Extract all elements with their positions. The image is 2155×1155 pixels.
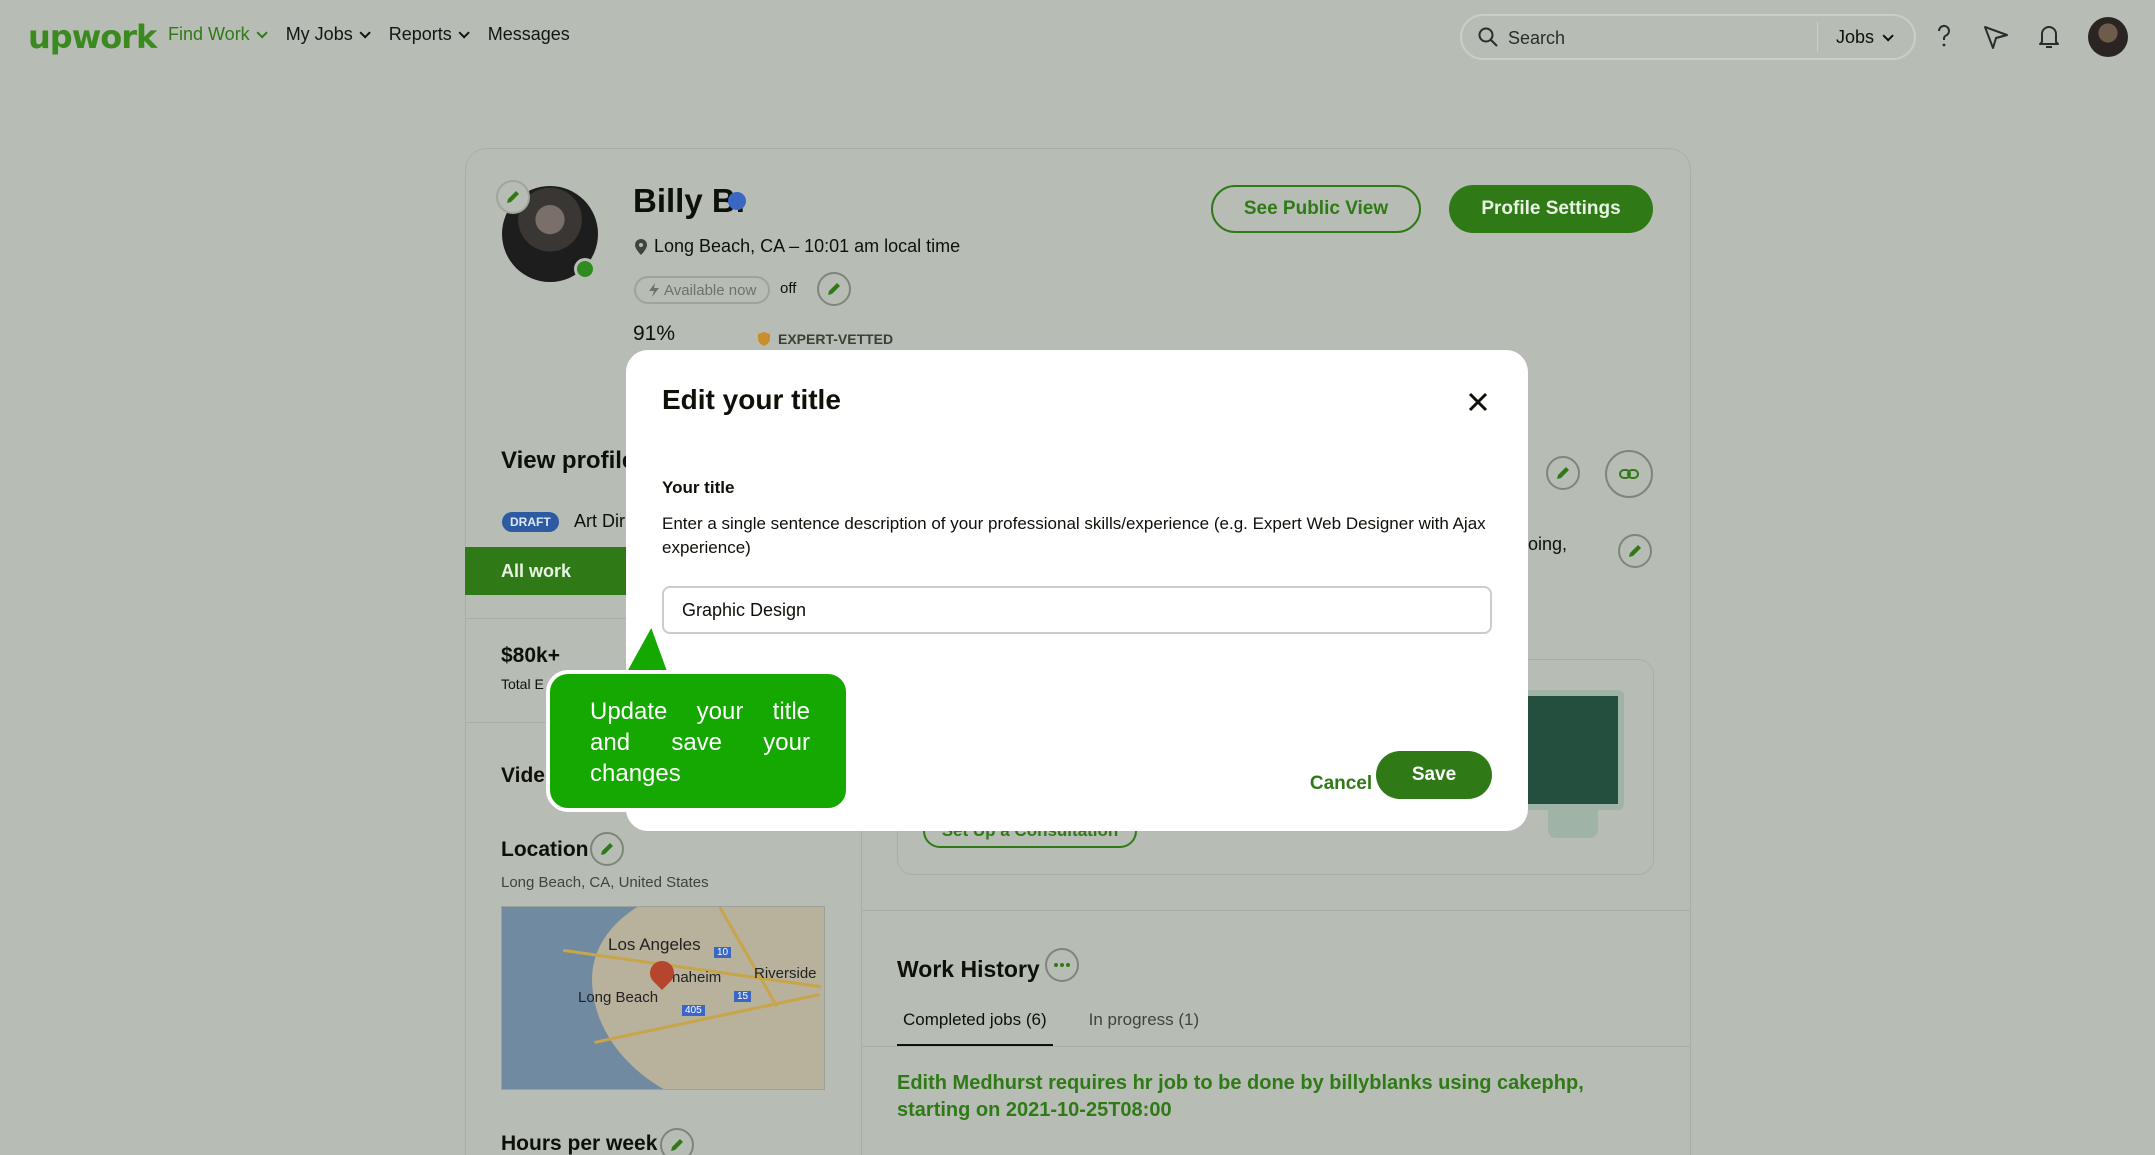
search-scope-label: Jobs <box>1836 27 1875 47</box>
chevron-down-icon <box>1882 29 1894 42</box>
map-label-anaheim: naheim <box>672 969 722 986</box>
upwork-logo[interactable]: upwork <box>28 18 157 56</box>
map-label-los-angeles: Los Angeles <box>608 935 701 954</box>
edit-hours-button[interactable] <box>660 1128 694 1155</box>
nav-find-work[interactable]: Find Work <box>168 24 268 45</box>
expert-vetted-label: EXPERT-VETTED <box>778 331 894 347</box>
edit-location-button[interactable] <box>590 832 624 866</box>
search-icon <box>1478 27 1498 47</box>
copy-link-button[interactable] <box>1605 450 1653 498</box>
map-highway-15: 15 <box>734 991 752 1002</box>
nav-reports-label: Reports <box>388 24 452 44</box>
shield-icon <box>758 332 770 346</box>
map-label-riverside: Riverside <box>754 965 817 982</box>
pencil-icon <box>671 1139 683 1151</box>
divider <box>861 910 1691 911</box>
search-divider <box>1817 22 1818 52</box>
modal-title: Edit your title <box>662 384 841 415</box>
job-title-link[interactable]: Edith Medhurst requires hr job to be don… <box>897 1070 1657 1124</box>
draft-tag: DRAFT <box>502 512 559 532</box>
work-history-heading: Work History <box>897 956 1040 982</box>
map-highway-405: 405 <box>682 1005 705 1016</box>
nav-messages-label: Messages <box>487 24 570 44</box>
nav-reports[interactable]: Reports <box>388 24 470 45</box>
title-input[interactable] <box>662 586 1492 634</box>
link-icon <box>1619 469 1639 479</box>
verified-badge-icon <box>728 192 746 210</box>
main-nav-links: Find Work My Jobs Reports Messages <box>168 24 570 45</box>
work-history-tabs: Completed jobs (6) In progress (1) <box>897 1004 1205 1047</box>
search-bar[interactable]: Search Jobs <box>1460 14 1916 60</box>
guide-tooltip: Update your title and save your changes <box>546 670 850 812</box>
pencil-icon <box>1629 545 1641 557</box>
specialty-tab[interactable]: Art Dir <box>574 511 625 532</box>
map-label-long-beach: Long Beach <box>578 989 659 1006</box>
ellipsis-icon <box>1054 963 1070 967</box>
location-map: Los Angeles naheim Riverside Long Beach … <box>501 906 825 1090</box>
view-profile-heading: View profile <box>501 447 636 474</box>
edit-photo-button[interactable] <box>496 180 530 214</box>
availability-label: Available now <box>664 281 757 299</box>
tab-in-progress[interactable]: In progress (1) <box>1083 1004 1206 1047</box>
edit-availability-button[interactable] <box>817 272 851 306</box>
expert-vetted-badge: EXPERT-VETTED <box>756 331 893 347</box>
lightning-icon <box>649 283 659 297</box>
title-field-label: Your title <box>662 478 735 497</box>
work-history-more-button[interactable] <box>1045 948 1079 982</box>
monitor-stand-illustration <box>1548 810 1598 838</box>
total-earnings-value: $80k+ <box>501 644 560 667</box>
nav-messages[interactable]: Messages <box>488 24 570 45</box>
help-icon[interactable] <box>1928 20 1960 52</box>
search-input[interactable]: Search <box>1508 28 1565 49</box>
profile-location-text: Long Beach, CA – 10:01 am local time <box>654 236 961 256</box>
map-highway-10: 10 <box>714 947 732 958</box>
edit-overview-button[interactable] <box>1618 534 1652 568</box>
user-avatar[interactable] <box>2088 17 2128 57</box>
location-pin-icon <box>635 238 647 255</box>
profile-completion: 91% <box>633 322 676 345</box>
online-status-dot <box>574 258 596 280</box>
close-icon[interactable] <box>1464 388 1492 416</box>
video-heading: Vide <box>501 764 545 787</box>
hours-per-week-heading: Hours per week <box>501 1132 658 1155</box>
tab-completed-jobs[interactable]: Completed jobs (6) <box>897 1004 1053 1047</box>
divider <box>861 1046 1691 1047</box>
edit-title-button[interactable] <box>1546 456 1580 490</box>
location-heading: Location <box>501 838 589 861</box>
send-icon[interactable] <box>1980 20 2012 52</box>
chevron-down-icon <box>256 26 268 39</box>
top-navigation: upwork Find Work My Jobs Reports Message… <box>0 0 2155 74</box>
availability-badge: Available now <box>634 276 771 304</box>
see-public-view-button[interactable]: See Public View <box>1211 185 1421 233</box>
pencil-icon <box>601 843 613 855</box>
chevron-down-icon <box>458 26 470 39</box>
pencil-icon <box>507 191 519 203</box>
profile-location: Long Beach, CA – 10:01 am local time <box>634 236 960 257</box>
pencil-icon <box>828 283 840 295</box>
monitor-illustration <box>1520 690 1624 810</box>
bell-icon[interactable] <box>2033 20 2065 52</box>
chevron-down-icon <box>359 26 371 39</box>
availability-state: off <box>780 280 797 297</box>
pencil-icon <box>1557 467 1569 479</box>
save-button[interactable]: Save <box>1376 751 1492 799</box>
all-work-tab[interactable]: All work <box>465 547 635 595</box>
overview-text-fragment: oing, <box>1528 534 1568 554</box>
location-detail: Long Beach, CA, United States <box>501 874 709 891</box>
search-scope-dropdown[interactable]: Jobs <box>1836 27 1894 48</box>
nav-my-jobs-label: My Jobs <box>285 24 353 44</box>
nav-find-work-label: Find Work <box>168 24 250 44</box>
profile-settings-button[interactable]: Profile Settings <box>1449 185 1653 233</box>
nav-my-jobs[interactable]: My Jobs <box>285 24 371 45</box>
title-field-description: Enter a single sentence description of y… <box>662 514 1486 557</box>
guide-tooltip-text: Update your title and save your changes <box>590 698 810 787</box>
total-earnings-label: Total E <box>501 676 544 692</box>
